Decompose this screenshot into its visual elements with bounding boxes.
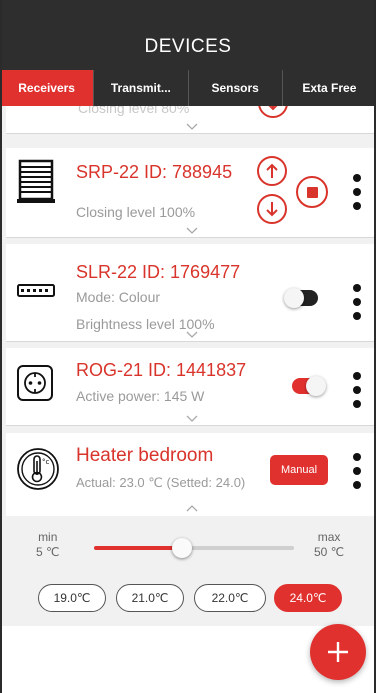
stop-icon <box>306 186 318 198</box>
page-title: DEVICES <box>144 36 232 57</box>
add-device-button[interactable] <box>310 624 366 680</box>
device-temperature: Actual: 23.0 ℃ (Setted: 24.0) <box>76 475 246 490</box>
socket-icon <box>16 364 54 407</box>
device-card-srp22[interactable]: SRP-22 ID: 788945 Closing level 100% <box>6 148 374 238</box>
tab-receivers[interactable]: Receivers <box>0 70 94 106</box>
device-title: SLR-22 ID: 1769477 <box>76 262 241 282</box>
power-toggle[interactable] <box>292 376 326 396</box>
svg-text:°c: °c <box>42 458 50 466</box>
plus-icon <box>328 642 348 662</box>
device-menu-button[interactable] <box>352 372 362 408</box>
slider-fill <box>94 546 182 550</box>
device-title: ROG-21 ID: 1441837 <box>76 360 247 380</box>
chevron-down-icon[interactable] <box>186 328 198 340</box>
chevron-down-icon[interactable] <box>186 120 198 132</box>
blind-up-button[interactable] <box>257 156 287 186</box>
preset-24[interactable]: 24.0℃ <box>274 584 342 612</box>
tab-bar: Receivers Transmit... Sensors Exta Free <box>0 70 376 106</box>
device-list[interactable]: Closing level 80% SRP-22 ID: 788945 Clos… <box>2 106 374 516</box>
device-card-slr22[interactable]: SLR-22 ID: 1769477 Mode: Colour Brightne… <box>6 244 374 342</box>
device-card-partial-subtitle: Closing level 80% <box>78 106 190 116</box>
app-header: DEVICES <box>0 0 376 70</box>
device-mode: Mode: Colour <box>76 289 161 305</box>
device-subtitle: Closing level 100% <box>76 204 196 220</box>
arrow-up-icon <box>266 163 278 178</box>
led-strip-icon <box>16 280 56 305</box>
max-temperature: max 50 ℃ <box>314 530 345 559</box>
tab-transmitters[interactable]: Transmit... <box>93 70 187 106</box>
tab-sensors[interactable]: Sensors <box>187 70 282 106</box>
chevron-up-icon[interactable] <box>186 503 198 515</box>
device-title: SRP-22 ID: 788945 <box>76 162 233 182</box>
device-menu-button[interactable] <box>352 453 362 489</box>
device-card-heater[interactable]: °c Heater bedroom Actual: 23.0 ℃ (Setted… <box>6 433 374 516</box>
min-temperature: min 5 ℃ <box>36 530 60 559</box>
thermometer-icon: °c <box>16 447 60 496</box>
device-card-rog21[interactable]: ROG-21 ID: 1441837 Active power: 145 W <box>6 348 374 426</box>
preset-21[interactable]: 21.0℃ <box>116 584 184 612</box>
preset-19[interactable]: 19.0℃ <box>38 584 106 612</box>
preset-22[interactable]: 22.0℃ <box>194 584 266 612</box>
blind-stop-button[interactable] <box>296 176 328 208</box>
roller-blind-icon <box>16 158 56 211</box>
arrow-down-icon <box>268 106 278 111</box>
chevron-down-icon[interactable] <box>186 412 198 424</box>
temperature-slider[interactable] <box>94 538 294 558</box>
blind-down-button[interactable] <box>257 194 287 224</box>
power-toggle[interactable] <box>284 288 318 308</box>
arrow-down-icon <box>266 202 278 217</box>
chevron-down-icon[interactable] <box>186 224 198 236</box>
device-menu-button[interactable] <box>352 284 362 320</box>
device-power: Active power: 145 W <box>76 388 205 404</box>
device-title: Heater bedroom <box>76 445 214 466</box>
heater-control-panel: min 5 ℃ max 50 ℃ 19.0℃ 21.0℃ 22.0℃ 24.0℃ <box>2 516 374 626</box>
down-arrow-button[interactable] <box>258 106 288 118</box>
slider-thumb[interactable] <box>172 538 192 558</box>
tab-exta-free[interactable]: Exta Free <box>281 70 376 106</box>
device-card-partial[interactable]: Closing level 80% <box>6 106 374 134</box>
device-menu-button[interactable] <box>352 174 362 210</box>
manual-mode-button[interactable]: Manual <box>270 455 328 485</box>
